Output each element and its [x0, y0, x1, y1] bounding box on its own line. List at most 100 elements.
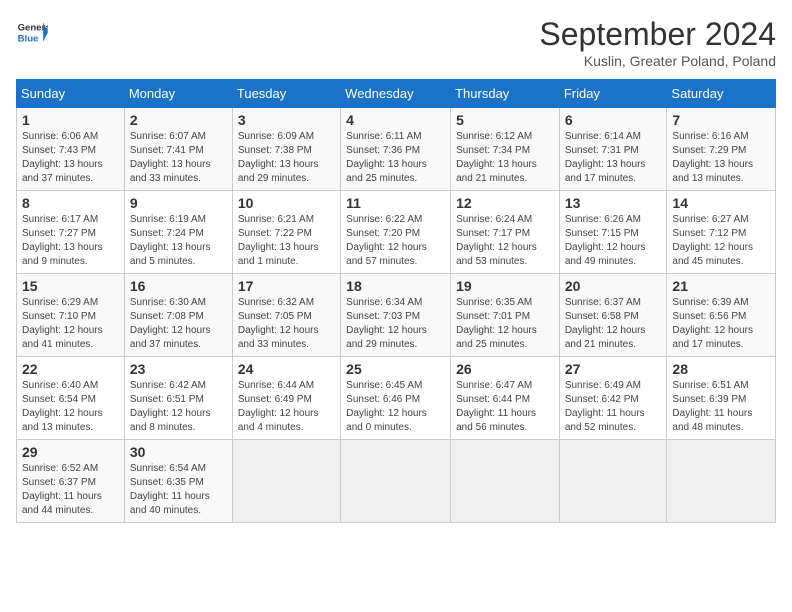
day-info: Sunrise: 6:34 AM Sunset: 7:03 PM Dayligh…: [346, 296, 445, 352]
day-number: 9: [130, 195, 227, 211]
calendar-cell: 8 Sunrise: 6:17 AM Sunset: 7:27 PM Daylig…: [17, 191, 125, 274]
day-number: 29: [22, 444, 119, 460]
day-info: Sunrise: 6:52 AM Sunset: 6:37 PM Dayligh…: [22, 462, 119, 518]
day-number: 23: [130, 361, 227, 377]
calendar-cell: 22 Sunrise: 6:40 AM Sunset: 6:54 PM Dayli…: [17, 357, 125, 440]
calendar-cell: 15 Sunrise: 6:29 AM Sunset: 7:10 PM Dayli…: [17, 274, 125, 357]
calendar-cell: 29 Sunrise: 6:52 AM Sunset: 6:37 PM Dayli…: [17, 440, 125, 523]
day-info: Sunrise: 6:32 AM Sunset: 7:05 PM Dayligh…: [238, 296, 335, 352]
day-number: 16: [130, 278, 227, 294]
calendar-cell: 17 Sunrise: 6:32 AM Sunset: 7:05 PM Dayli…: [232, 274, 340, 357]
calendar-cell: 3 Sunrise: 6:09 AM Sunset: 7:38 PM Daylig…: [232, 108, 340, 191]
day-info: Sunrise: 6:16 AM Sunset: 7:29 PM Dayligh…: [672, 130, 770, 186]
weekday-header-thursday: Thursday: [451, 80, 560, 108]
day-number: 27: [565, 361, 662, 377]
day-info: Sunrise: 6:40 AM Sunset: 6:54 PM Dayligh…: [22, 379, 119, 435]
location-subtitle: Kuslin, Greater Poland, Poland: [539, 53, 776, 69]
calendar-cell: 1 Sunrise: 6:06 AM Sunset: 7:43 PM Daylig…: [17, 108, 125, 191]
calendar-cell: 5 Sunrise: 6:12 AM Sunset: 7:34 PM Daylig…: [451, 108, 560, 191]
day-info: Sunrise: 6:19 AM Sunset: 7:24 PM Dayligh…: [130, 213, 227, 269]
calendar-cell: 27 Sunrise: 6:49 AM Sunset: 6:42 PM Dayli…: [559, 357, 667, 440]
calendar-cell: 12 Sunrise: 6:24 AM Sunset: 7:17 PM Dayli…: [451, 191, 560, 274]
day-number: 2: [130, 112, 227, 128]
day-number: 18: [346, 278, 445, 294]
calendar-cell: 4Sunrise: 6:11 AM Sunset: 7:36 PM Daylig…: [341, 108, 451, 191]
calendar-cell: 16 Sunrise: 6:30 AM Sunset: 7:08 PM Dayli…: [124, 274, 232, 357]
calendar-cell: 18 Sunrise: 6:34 AM Sunset: 7:03 PM Dayli…: [341, 274, 451, 357]
day-number: 1: [22, 112, 119, 128]
weekday-header-sunday: Sunday: [17, 80, 125, 108]
day-info: Sunrise: 6:17 AM Sunset: 7:27 PM Dayligh…: [22, 213, 119, 269]
day-info: Sunrise: 6:21 AM Sunset: 7:22 PM Dayligh…: [238, 213, 335, 269]
day-info: Sunrise: 6:09 AM Sunset: 7:38 PM Dayligh…: [238, 130, 335, 186]
day-number: 6: [565, 112, 662, 128]
day-number: 25: [346, 361, 445, 377]
svg-text:Blue: Blue: [18, 34, 39, 45]
day-number: 5: [456, 112, 554, 128]
calendar-cell: 21Sunrise: 6:39 AM Sunset: 6:56 PM Dayli…: [667, 274, 776, 357]
day-info: Sunrise: 6:44 AM Sunset: 6:49 PM Dayligh…: [238, 379, 335, 435]
day-info: Sunrise: 6:27 AM Sunset: 7:12 PM Dayligh…: [672, 213, 770, 269]
calendar-cell: 7Sunrise: 6:16 AM Sunset: 7:29 PM Daylig…: [667, 108, 776, 191]
calendar-cell: 28 Sunrise: 6:51 AM Sunset: 6:39 PM Dayli…: [667, 357, 776, 440]
calendar-cell: 23 Sunrise: 6:42 AM Sunset: 6:51 PM Dayli…: [124, 357, 232, 440]
calendar-cell: [667, 440, 776, 523]
day-number: 20: [565, 278, 662, 294]
day-info: Sunrise: 6:42 AM Sunset: 6:51 PM Dayligh…: [130, 379, 227, 435]
day-info: Sunrise: 6:54 AM Sunset: 6:35 PM Dayligh…: [130, 462, 227, 518]
day-number: 19: [456, 278, 554, 294]
day-number: 28: [672, 361, 770, 377]
day-info: Sunrise: 6:22 AM Sunset: 7:20 PM Dayligh…: [346, 213, 445, 269]
day-info: Sunrise: 6:30 AM Sunset: 7:08 PM Dayligh…: [130, 296, 227, 352]
day-number: 8: [22, 195, 119, 211]
calendar-cell: 11 Sunrise: 6:22 AM Sunset: 7:20 PM Dayli…: [341, 191, 451, 274]
day-number: 11: [346, 195, 445, 211]
day-number: 12: [456, 195, 554, 211]
day-info: Sunrise: 6:49 AM Sunset: 6:42 PM Dayligh…: [565, 379, 662, 435]
calendar-cell: 10 Sunrise: 6:21 AM Sunset: 7:22 PM Dayli…: [232, 191, 340, 274]
day-number: 22: [22, 361, 119, 377]
day-number: 3: [238, 112, 335, 128]
day-number: 13: [565, 195, 662, 211]
calendar-cell: [559, 440, 667, 523]
month-title: September 2024: [539, 16, 776, 53]
day-number: 17: [238, 278, 335, 294]
weekday-header-monday: Monday: [124, 80, 232, 108]
calendar-cell: 24 Sunrise: 6:44 AM Sunset: 6:49 PM Dayli…: [232, 357, 340, 440]
day-number: 26: [456, 361, 554, 377]
calendar-cell: 2Sunrise: 6:07 AM Sunset: 7:41 PM Daylig…: [124, 108, 232, 191]
weekday-header-wednesday: Wednesday: [341, 80, 451, 108]
calendar-cell: [232, 440, 340, 523]
weekday-header-tuesday: Tuesday: [232, 80, 340, 108]
day-info: Sunrise: 6:35 AM Sunset: 7:01 PM Dayligh…: [456, 296, 554, 352]
day-info: Sunrise: 6:29 AM Sunset: 7:10 PM Dayligh…: [22, 296, 119, 352]
calendar-cell: 19 Sunrise: 6:35 AM Sunset: 7:01 PM Dayli…: [451, 274, 560, 357]
calendar-cell: 6 Sunrise: 6:14 AM Sunset: 7:31 PM Daylig…: [559, 108, 667, 191]
day-info: Sunrise: 6:47 AM Sunset: 6:44 PM Dayligh…: [456, 379, 554, 435]
day-info: Sunrise: 6:37 AM Sunset: 6:58 PM Dayligh…: [565, 296, 662, 352]
day-info: Sunrise: 6:06 AM Sunset: 7:43 PM Dayligh…: [22, 130, 119, 186]
calendar-cell: 20 Sunrise: 6:37 AM Sunset: 6:58 PM Dayli…: [559, 274, 667, 357]
calendar-cell: 25 Sunrise: 6:45 AM Sunset: 6:46 PM Dayli…: [341, 357, 451, 440]
day-info: Sunrise: 6:45 AM Sunset: 6:46 PM Dayligh…: [346, 379, 445, 435]
title-block: September 2024 Kuslin, Greater Poland, P…: [539, 16, 776, 69]
calendar-cell: 9 Sunrise: 6:19 AM Sunset: 7:24 PM Daylig…: [124, 191, 232, 274]
calendar-cell: 30 Sunrise: 6:54 AM Sunset: 6:35 PM Dayli…: [124, 440, 232, 523]
day-info: Sunrise: 6:12 AM Sunset: 7:34 PM Dayligh…: [456, 130, 554, 186]
day-info: Sunrise: 6:26 AM Sunset: 7:15 PM Dayligh…: [565, 213, 662, 269]
day-number: 14: [672, 195, 770, 211]
weekday-header-friday: Friday: [559, 80, 667, 108]
calendar-cell: [341, 440, 451, 523]
day-info: Sunrise: 6:14 AM Sunset: 7:31 PM Dayligh…: [565, 130, 662, 186]
calendar-cell: 13 Sunrise: 6:26 AM Sunset: 7:15 PM Dayli…: [559, 191, 667, 274]
day-number: 15: [22, 278, 119, 294]
day-info: Sunrise: 6:51 AM Sunset: 6:39 PM Dayligh…: [672, 379, 770, 435]
day-number: 30: [130, 444, 227, 460]
day-number: 24: [238, 361, 335, 377]
day-info: Sunrise: 6:24 AM Sunset: 7:17 PM Dayligh…: [456, 213, 554, 269]
weekday-header-saturday: Saturday: [667, 80, 776, 108]
day-number: 4: [346, 112, 445, 128]
day-number: 10: [238, 195, 335, 211]
logo: General Blue: [16, 16, 48, 48]
calendar-cell: 26 Sunrise: 6:47 AM Sunset: 6:44 PM Dayli…: [451, 357, 560, 440]
